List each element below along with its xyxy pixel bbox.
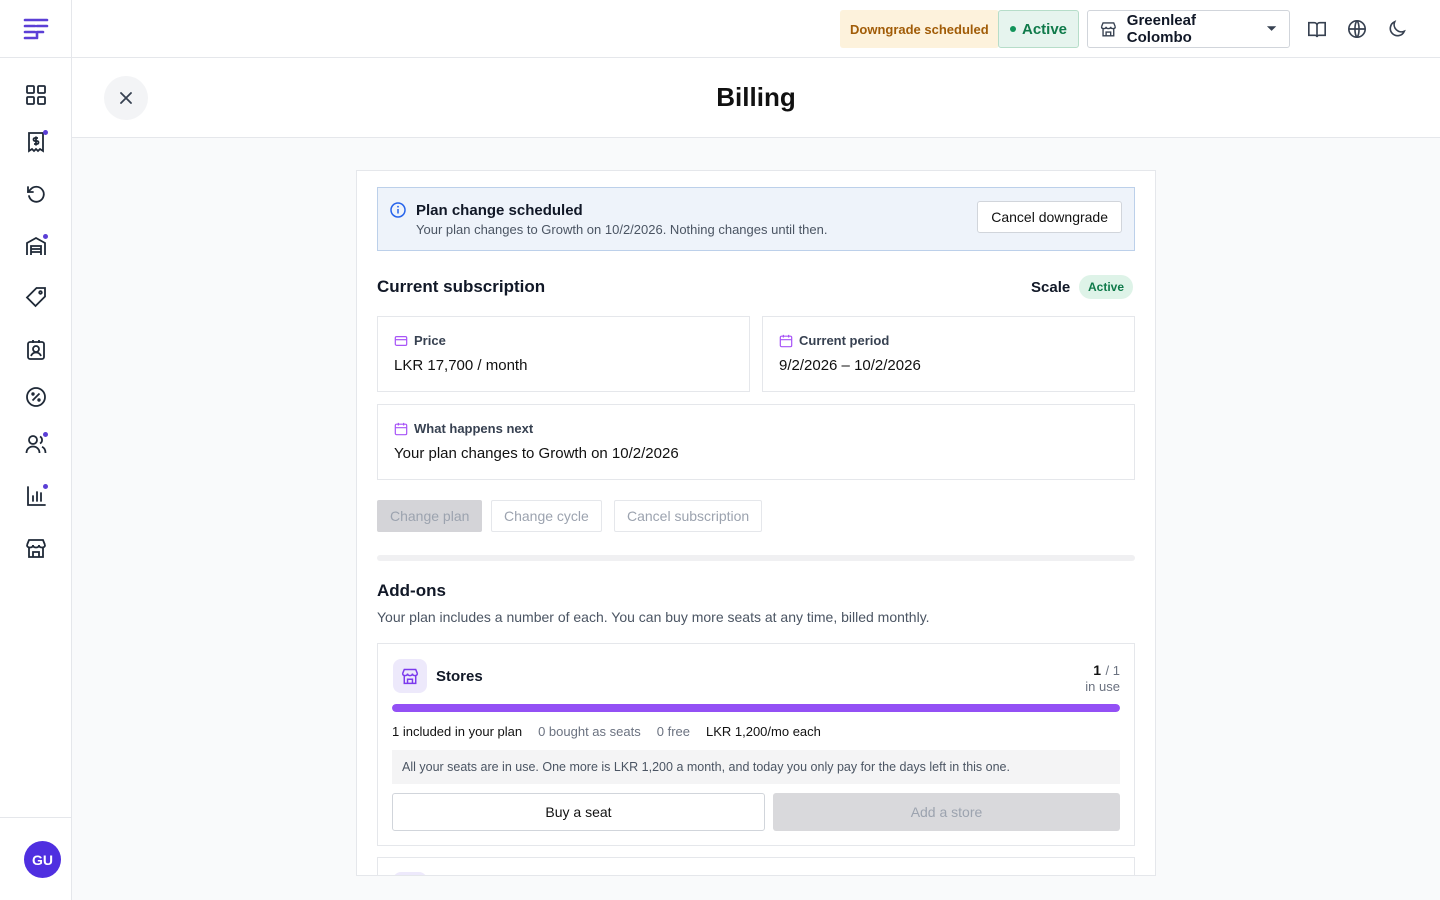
change-plan-button[interactable]: Change plan bbox=[377, 500, 483, 532]
notification-dot bbox=[43, 234, 48, 239]
price-label-row: Price bbox=[394, 333, 446, 348]
notification-dot bbox=[43, 130, 48, 135]
price-label: Price bbox=[414, 333, 446, 348]
store-selector[interactable]: Greenleaf Colombo bbox=[1087, 10, 1290, 48]
status-badge-label: Active bbox=[1021, 20, 1068, 38]
period-value: 9/2/2026 – 10/2/2026 bbox=[779, 357, 921, 374]
notification-dot bbox=[43, 484, 48, 489]
addon-price: LKR 1,200/mo each bbox=[705, 724, 821, 739]
sidebar-item-discounts[interactable] bbox=[16, 377, 56, 417]
contact-card-icon bbox=[27, 340, 45, 360]
app-logo[interactable] bbox=[0, 0, 72, 58]
addon-icon-wrap bbox=[393, 872, 427, 875]
section-divider bbox=[377, 555, 1135, 561]
store-selector-label: Greenleaf Colombo bbox=[1126, 12, 1196, 46]
plan-name: Scale bbox=[1031, 279, 1071, 296]
usage-used: 1 bbox=[1093, 662, 1102, 678]
discount-icon bbox=[26, 387, 46, 407]
usage-progress-bar bbox=[392, 704, 1120, 712]
next-step-box: What happens next Your plan changes to G… bbox=[377, 404, 1135, 480]
page-title: Billing bbox=[716, 82, 796, 112]
avatar[interactable]: GU bbox=[24, 841, 61, 878]
language-button[interactable] bbox=[1345, 17, 1369, 41]
status-dot bbox=[1009, 26, 1016, 32]
addon-icon-wrap bbox=[393, 659, 427, 693]
price-box: Price LKR 17,700 / month bbox=[377, 316, 750, 392]
page-header: Billing bbox=[72, 58, 1440, 138]
plan-change-notice: Plan change scheduled Your plan changes … bbox=[377, 187, 1135, 251]
sidebar-item-products[interactable] bbox=[16, 277, 56, 317]
sidebar-item-sales[interactable] bbox=[16, 122, 56, 162]
store-icon bbox=[26, 539, 46, 558]
usage-progress-fill bbox=[392, 704, 1120, 712]
price-value: LKR 17,700 / month bbox=[394, 357, 528, 374]
addon-meta: 1 included in your plan 0 bought as seat… bbox=[392, 724, 821, 739]
buy-seat-button[interactable]: Buy a seat bbox=[392, 793, 765, 831]
usage-in-use-label: in use bbox=[1085, 679, 1120, 694]
sidebar-item-refunds[interactable] bbox=[16, 174, 56, 214]
period-label: Current period bbox=[799, 333, 890, 348]
addon-usage: 1 / 1 in use bbox=[1085, 662, 1120, 695]
addon-free: 0 free bbox=[656, 724, 690, 739]
downgrade-badge: Downgrade scheduled bbox=[840, 10, 999, 48]
store-icon bbox=[1100, 22, 1116, 37]
current-subscription-heading: Current subscription bbox=[377, 277, 546, 296]
book-open-icon bbox=[1308, 21, 1326, 38]
next-value: Your plan changes to Growth on 10/2/2026 bbox=[394, 445, 679, 462]
tag-icon bbox=[25, 287, 46, 308]
credit-card-icon bbox=[394, 335, 408, 346]
change-cycle-button[interactable]: Change cycle bbox=[491, 500, 602, 532]
usage-total: / 1 bbox=[1105, 663, 1120, 678]
docs-button[interactable] bbox=[1305, 17, 1329, 41]
calendar-icon bbox=[394, 422, 408, 435]
calendar-icon bbox=[779, 334, 793, 347]
addons-description: Your plan includes a number of each. You… bbox=[377, 609, 930, 625]
billing-card: Plan change scheduled Your plan changes … bbox=[356, 170, 1156, 876]
sidebar: GU bbox=[0, 0, 72, 900]
sidebar-item-reports[interactable] bbox=[16, 476, 56, 516]
notice-title: Plan change scheduled bbox=[416, 202, 583, 219]
next-label-row: What happens next bbox=[394, 421, 533, 436]
period-box: Current period 9/2/2026 – 10/2/2026 bbox=[762, 316, 1135, 392]
addon-note: All your seats are in use. One more is L… bbox=[392, 750, 1120, 784]
status-badge: Active bbox=[998, 10, 1079, 48]
sidebar-item-staff[interactable] bbox=[16, 424, 56, 464]
topbar: Downgrade scheduled Active Greenleaf Col… bbox=[72, 0, 1440, 58]
addon-card-next bbox=[377, 857, 1135, 875]
rotate-ccw-icon bbox=[27, 185, 45, 203]
cancel-subscription-button[interactable]: Cancel subscription bbox=[614, 500, 763, 532]
moon-icon bbox=[1389, 20, 1406, 37]
theme-toggle-button[interactable] bbox=[1385, 17, 1409, 41]
sidebar-item-inventory[interactable] bbox=[16, 226, 56, 266]
chevron-down-icon bbox=[1266, 26, 1277, 31]
store-icon bbox=[401, 668, 419, 685]
addon-name: Stores bbox=[436, 668, 483, 685]
addon-card-stores: Stores 1 / 1 in use 1 included in your p… bbox=[377, 643, 1135, 846]
add-store-button[interactable]: Add a store bbox=[773, 793, 1120, 831]
notification-dot bbox=[43, 432, 48, 437]
next-label: What happens next bbox=[414, 421, 534, 436]
cancel-downgrade-button[interactable]: Cancel downgrade bbox=[977, 201, 1122, 233]
info-icon bbox=[390, 202, 406, 218]
addons-heading: Add-ons bbox=[377, 581, 446, 600]
sidebar-item-customers[interactable] bbox=[16, 330, 56, 370]
globe-icon bbox=[1348, 20, 1366, 38]
notice-message: Your plan changes to Growth on 10/2/2026… bbox=[416, 222, 828, 237]
grid-icon bbox=[26, 85, 46, 105]
plan-status-badge: Active bbox=[1079, 275, 1134, 299]
logo-icon bbox=[23, 18, 49, 39]
sidebar-footer: GU bbox=[0, 817, 72, 900]
addon-included: 1 included in your plan bbox=[392, 724, 523, 739]
period-label-row: Current period bbox=[779, 333, 889, 348]
sidebar-item-stores[interactable] bbox=[16, 528, 56, 568]
addon-bought: 0 bought as seats bbox=[538, 724, 641, 739]
sidebar-item-dashboard[interactable] bbox=[16, 75, 56, 115]
